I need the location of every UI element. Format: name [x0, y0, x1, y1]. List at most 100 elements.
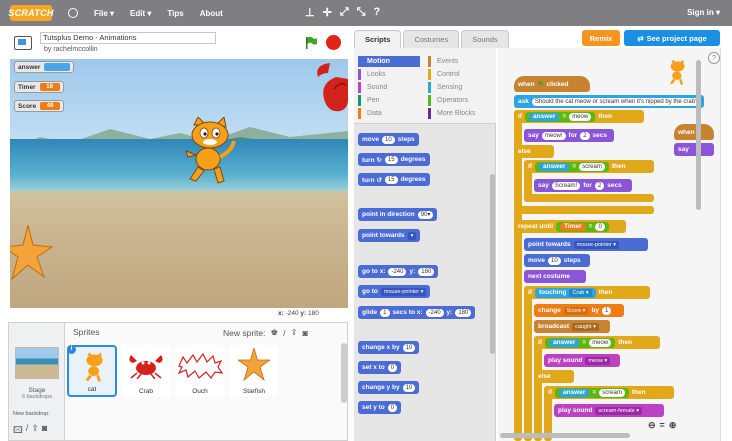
script-when-flag-clicked[interactable]: when ⚑ clicked [514, 76, 590, 92]
palette-scrollbar[interactable] [490, 174, 495, 354]
tab-scripts[interactable]: Scripts [354, 30, 402, 48]
zoom-reset-icon[interactable]: = [660, 420, 665, 431]
block-point-towards[interactable]: point towards ▾ [358, 229, 421, 242]
category-pen[interactable]: Pen [358, 95, 420, 106]
zoom-in-icon[interactable]: ⊕ [669, 420, 677, 431]
script-else-2[interactable]: else [534, 370, 574, 383]
script-if-answer-scream[interactable]: if answer = scream then [524, 160, 654, 173]
script-move-steps[interactable]: move 10 steps [524, 254, 590, 267]
menu-file[interactable]: File ▾ [94, 9, 114, 18]
category-operators[interactable]: Operators [428, 95, 490, 106]
sign-in-menu[interactable]: Sign in ▾ [687, 8, 720, 17]
scratch-logo[interactable]: SCRATCH [8, 5, 53, 21]
sprites-scrollbar[interactable] [341, 343, 347, 403]
category-looks[interactable]: Looks [358, 69, 420, 80]
cut-icon[interactable]: ✛ [323, 6, 332, 19]
category-control[interactable]: Control [428, 69, 490, 80]
fullscreen-icon[interactable] [14, 36, 32, 50]
crab-sprite[interactable] [310, 59, 348, 115]
monitor-score[interactable]: Score 48 [14, 100, 65, 112]
block-go-to[interactable]: go to mouse-pointer ▾ [358, 285, 431, 298]
block-palette: Motion Events Looks Control Sound Sensin… [354, 48, 496, 441]
sprite-upload-icon[interactable]: ⇪ [291, 327, 298, 338]
tab-costumes[interactable]: Costumes [403, 30, 460, 48]
script-point-towards[interactable]: point towards mouse-pointer ▾ [524, 238, 648, 251]
backdrop-upload-icon[interactable]: ⇪ [31, 423, 39, 439]
script-if-answer-meow-2[interactable]: if answer = meow then [534, 336, 660, 349]
sprite-library-icon[interactable]: ♚ [271, 327, 279, 338]
project-title-input[interactable]: Tutsplus Demo - Animations [40, 32, 216, 44]
remix-button[interactable]: Remix [582, 30, 620, 46]
monitor-timer[interactable]: Timer 18 [14, 81, 64, 93]
sprite-tile-cat[interactable]: i cat [67, 345, 117, 397]
backdrop-paint-icon[interactable]: / [26, 423, 29, 439]
script-else[interactable]: else [514, 145, 554, 158]
category-sensing[interactable]: Sensing [428, 82, 490, 93]
script-if-else-end [514, 206, 654, 214]
block-change-x[interactable]: change x by 10 [358, 341, 420, 354]
category-events[interactable]: Events [428, 56, 490, 67]
cat-sprite[interactable] [180, 117, 242, 187]
scripts-horizontal-scrollbar[interactable] [500, 433, 630, 438]
script-repeat-until[interactable]: repeat until Timer = 0 [514, 220, 626, 233]
block-point-in-direction[interactable]: point in direction 90▾ [358, 208, 438, 221]
script-ask[interactable]: ask Should the cat meow or scream when it… [514, 95, 704, 108]
scripts-area[interactable]: when ⚑ clicked ask Should the cat meow or… [498, 48, 720, 441]
script-play-sound-scream[interactable]: play sound scream-female ▾ [554, 404, 664, 417]
backdrop-library-icon[interactable]: 🖾 [13, 423, 23, 439]
block-change-y[interactable]: change y by 10 [358, 381, 420, 394]
block-glide[interactable]: glide 1 secs to x: -240 y: 180 [358, 306, 476, 319]
sprite-tile-crab[interactable]: Crab [121, 345, 171, 397]
category-sound[interactable]: Sound [358, 82, 420, 93]
stage[interactable]: answer Timer 18 Score 48 [10, 59, 348, 308]
category-more-blocks[interactable]: More Blocks [428, 108, 490, 119]
help-icon[interactable]: ? [373, 6, 380, 19]
language-globe-icon[interactable] [68, 8, 78, 18]
starfish-sprite[interactable] [10, 225, 56, 283]
sprite-paint-icon[interactable]: / [283, 328, 285, 338]
script-next-costume[interactable]: next costume [524, 270, 586, 283]
menu-edit[interactable]: Edit ▾ [130, 9, 151, 18]
monitor-answer[interactable]: answer [14, 61, 75, 73]
script-when-hat-partial[interactable]: when [674, 124, 714, 140]
category-data[interactable]: Data [358, 108, 420, 119]
script-broadcast[interactable]: broadcast caught ▾ [534, 320, 610, 333]
menu-tips[interactable]: Tips [167, 9, 183, 18]
script-say-partial[interactable]: say [674, 143, 714, 156]
block-turn-left[interactable]: turn ↺ 15 degrees [358, 173, 430, 186]
green-flag-icon[interactable] [304, 36, 318, 50]
duplicate-stamp-icon[interactable]: ⊥ [305, 6, 315, 19]
ouch-thumbnail-icon [177, 353, 223, 379]
green-flag-icon: ⚑ [537, 81, 544, 88]
backdrop-camera-icon[interactable]: ◙ [42, 423, 47, 439]
script-say-meow[interactable]: say meow! for 2 secs [524, 129, 614, 142]
grow-icon[interactable]: ⤢ [340, 6, 349, 19]
tab-sounds[interactable]: Sounds [461, 30, 509, 48]
zoom-out-icon[interactable]: ⊖ [648, 420, 656, 431]
stage-thumbnail[interactable] [15, 347, 59, 379]
script-play-sound-meow[interactable]: play sound meow ▾ [544, 354, 620, 367]
block-move-steps[interactable]: move 10 steps [358, 133, 419, 146]
category-motion[interactable]: Motion [358, 56, 420, 67]
stop-icon[interactable] [326, 35, 341, 50]
project-author[interactable]: by rachelmccollin [44, 46, 98, 53]
help-icon[interactable]: ? [708, 52, 720, 64]
block-set-y[interactable]: set y to 0 [358, 401, 402, 414]
block-turn-right[interactable]: turn ↻ 15 degrees [358, 153, 430, 166]
menu-about[interactable]: About [200, 9, 223, 18]
script-if-touching-crab[interactable]: if touching Crab ▾ then [524, 286, 650, 299]
script-if-answer-meow[interactable]: if answer = meow then [514, 110, 644, 123]
scripts-vertical-scrollbar[interactable] [696, 60, 701, 210]
sprite-tile-ouch[interactable]: Ouch [175, 345, 225, 397]
sprite-tile-starfish[interactable]: Starfish [229, 345, 279, 397]
block-go-to-xy[interactable]: go to x: -240 y: 180 [358, 265, 439, 278]
script-change-score[interactable]: change Score ▾ by 1 [534, 304, 624, 317]
shrink-icon[interactable]: ⤡ [357, 6, 366, 19]
sprite-info-icon[interactable]: i [67, 345, 76, 354]
see-project-page-button[interactable]: ⇄ See project page [624, 30, 720, 46]
script-if-answer-scream-2[interactable]: if answer = scream then [544, 386, 674, 399]
sprite-camera-icon[interactable]: ◙ [303, 328, 308, 338]
script-say-scream[interactable]: say Scream! for 2 secs [534, 179, 632, 192]
right-edge-strip [720, 48, 732, 441]
block-set-x[interactable]: set x to 0 [358, 361, 402, 374]
